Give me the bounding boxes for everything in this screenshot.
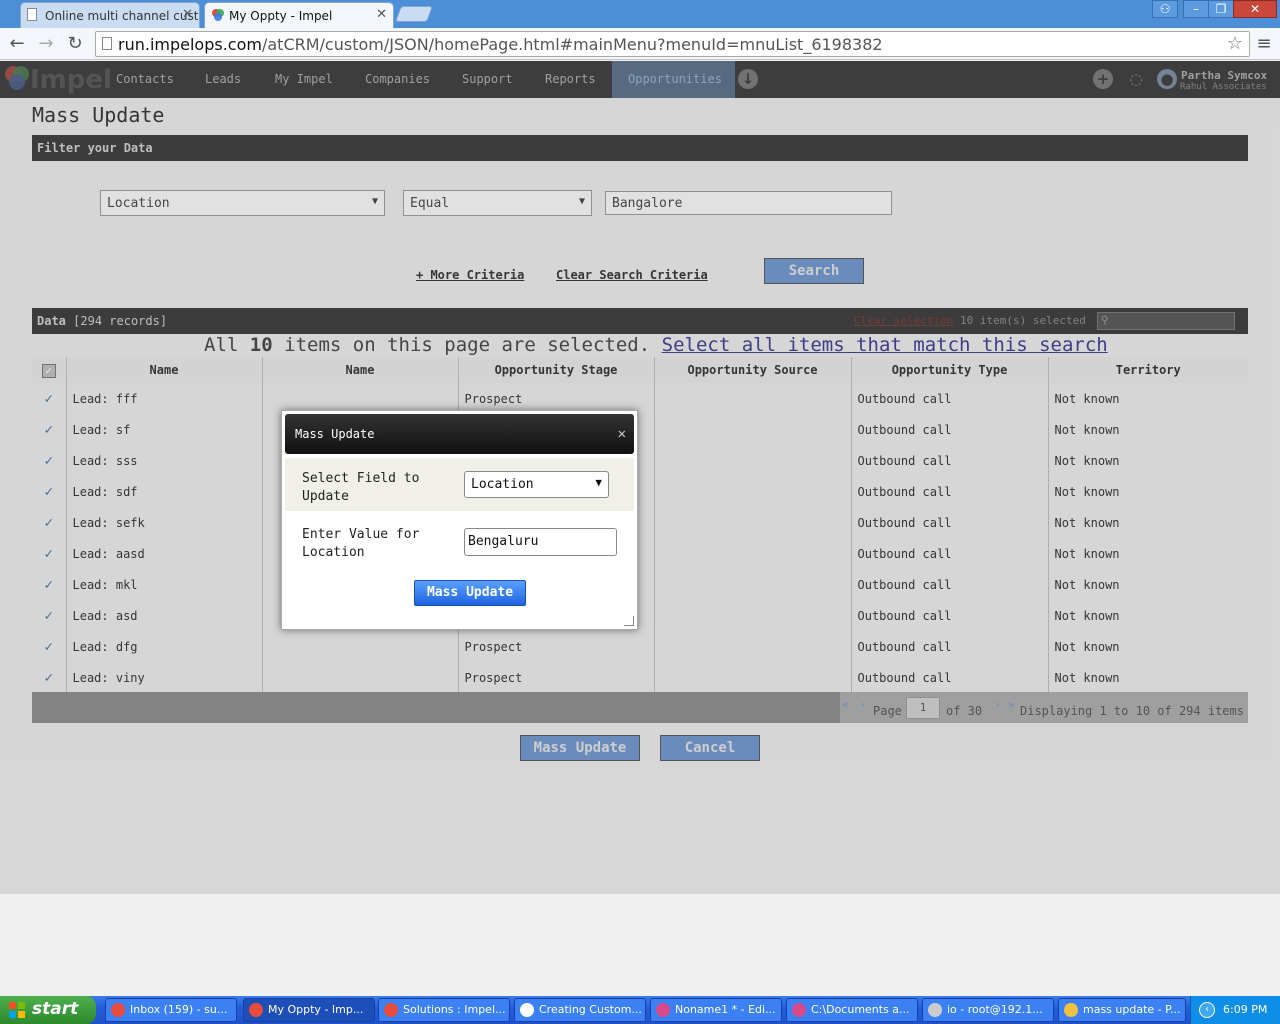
close-icon[interactable]: ✕ xyxy=(618,414,626,454)
back-icon[interactable]: ← xyxy=(6,33,28,55)
select-field-label: Select Field to Update xyxy=(302,470,419,506)
url-host: run.impelops.com xyxy=(118,35,262,54)
close-icon[interactable]: ✕ xyxy=(182,7,193,22)
taskbar-item-label: io - root@192.1... xyxy=(947,1003,1043,1016)
select-field-label-line1: Select Field to xyxy=(302,471,420,486)
close-icon[interactable]: ✕ xyxy=(376,7,387,22)
mass-update-dialog: Mass Update ✕ Select Field to Update Loc… xyxy=(281,410,638,630)
bookmark-star-icon[interactable]: ☆ xyxy=(1227,33,1243,54)
taskbar-item[interactable]: Inbox (159) - su... xyxy=(105,998,237,1022)
update-value-input[interactable]: Bengaluru xyxy=(464,528,617,556)
system-tray: ‹ 6:09 PM xyxy=(1190,996,1280,1024)
taskbar-item-label: Solutions : Impel... xyxy=(403,1003,506,1016)
taskbar-item[interactable]: Solutions : Impel... xyxy=(378,998,510,1022)
update-field-value: Location xyxy=(471,477,534,492)
taskbar-item[interactable]: mass update - P... xyxy=(1058,998,1186,1022)
page-icon xyxy=(102,37,112,50)
enter-value-label-line2: Location xyxy=(302,545,365,560)
enter-value-label-line1: Enter Value for xyxy=(302,527,420,542)
windows-flag-icon xyxy=(9,1002,25,1018)
taskbar-item-label: Noname1 * - Edi... xyxy=(675,1003,776,1016)
browser-tab-2[interactable]: My Oppty - Impel ✕ xyxy=(204,2,394,28)
impel-favicon-icon xyxy=(212,9,224,21)
dialog-mass-update-button[interactable]: Mass Update xyxy=(414,580,526,606)
taskbar-item[interactable]: Creating Custom... xyxy=(514,998,646,1022)
taskbar-item[interactable]: C:\Documents a... xyxy=(786,998,918,1022)
minimize-icon[interactable]: – xyxy=(1183,0,1209,18)
select-field-label-line2: Update xyxy=(302,489,349,504)
menu-icon[interactable]: ≡ xyxy=(1253,33,1275,55)
forward-icon[interactable]: → xyxy=(35,33,57,55)
app-icon xyxy=(111,1003,125,1017)
taskbar-item-label: Creating Custom... xyxy=(539,1003,642,1016)
tab-label: My Oppty - Impel xyxy=(229,9,333,23)
app-icon xyxy=(928,1003,942,1017)
modal-overlay[interactable] xyxy=(0,61,1280,894)
url-path: /atCRM/custom/JSON/homePage.html#mainMen… xyxy=(261,35,883,54)
new-tab-button[interactable] xyxy=(395,6,433,22)
dialog-header: Mass Update ✕ xyxy=(285,414,634,454)
resize-grip-icon[interactable] xyxy=(624,616,634,626)
address-bar[interactable]: run.impelops.com/atCRM/custom/JSON/homeP… xyxy=(95,31,1250,57)
taskbar: start Inbox (159) - su... My Oppty - Imp.… xyxy=(0,996,1280,1024)
browser-nav-bar: ← → ↻ run.impelops.com/atCRM/custom/JSON… xyxy=(0,28,1280,60)
browser-tab-1[interactable]: Online multi channel custome ✕ xyxy=(20,2,200,28)
taskbar-item-label: My Oppty - Imp... xyxy=(268,1003,364,1016)
restore-icon[interactable]: ❐ xyxy=(1208,0,1234,18)
taskbar-item-label: Inbox (159) - su... xyxy=(130,1003,228,1016)
user-profile-icon[interactable]: ⚇ xyxy=(1152,0,1178,18)
reload-icon[interactable]: ↻ xyxy=(64,33,86,55)
page-background xyxy=(0,894,1280,996)
taskbar-item-label: mass update - P... xyxy=(1083,1003,1181,1016)
taskbar-item-label: C:\Documents a... xyxy=(811,1003,910,1016)
app-icon xyxy=(1064,1003,1078,1017)
clock[interactable]: 6:09 PM xyxy=(1223,1003,1267,1016)
taskbar-item[interactable]: Noname1 * - Edi... xyxy=(650,998,782,1022)
app-icon xyxy=(656,1003,670,1017)
dialog-title: Mass Update xyxy=(295,427,375,441)
enter-value-label: Enter Value for Location xyxy=(302,526,419,562)
window-close-icon[interactable]: ✕ xyxy=(1233,0,1277,18)
show-hidden-icons-icon[interactable]: ‹ xyxy=(1199,1002,1215,1018)
app-icon xyxy=(249,1003,263,1017)
taskbar-item[interactable]: io - root@192.1... xyxy=(922,998,1054,1022)
start-button[interactable]: start xyxy=(0,996,96,1024)
page-icon xyxy=(27,8,37,21)
tab-label: Online multi channel custome xyxy=(45,9,199,23)
browser-tab-bar: Online multi channel custome ✕ My Oppty … xyxy=(0,0,1280,28)
start-label: start xyxy=(32,999,79,1019)
chevron-down-icon: ▼ xyxy=(595,476,602,489)
app-icon xyxy=(792,1003,806,1017)
taskbar-item[interactable]: My Oppty - Imp... xyxy=(243,998,375,1022)
app-icon xyxy=(520,1003,534,1017)
update-field-select[interactable]: Location ▼ xyxy=(464,471,609,498)
app-icon xyxy=(384,1003,398,1017)
